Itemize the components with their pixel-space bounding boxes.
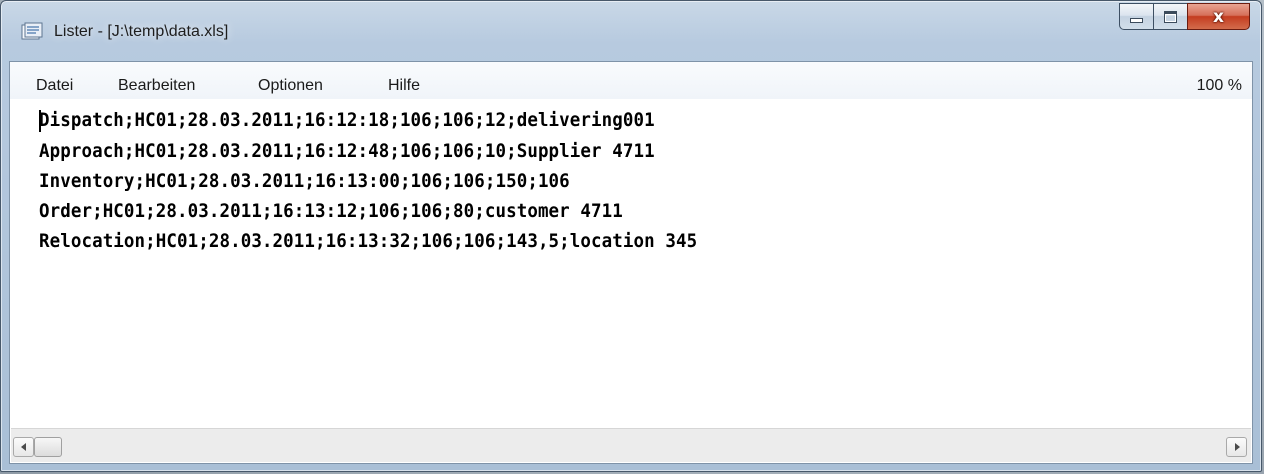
text-line: Order;HC01;28.03.2011;16:13:12;106;106;8… — [39, 200, 623, 222]
scroll-right-arrow-icon — [1234, 443, 1240, 451]
close-button[interactable]: x — [1187, 3, 1250, 30]
minimize-icon — [1130, 18, 1143, 23]
text-line: Inventory;HC01;28.03.2011;16:13:00;106;1… — [39, 170, 570, 192]
scroll-right-button[interactable] — [1226, 437, 1247, 457]
menu-hilfe[interactable]: Hilfe — [388, 77, 420, 95]
menu-bar: Datei Bearbeiten Optionen Hilfe 100 % — [10, 62, 1252, 99]
menu-datei[interactable]: Datei — [36, 77, 73, 95]
lister-app-icon — [21, 22, 43, 40]
text-line: Dispatch;HC01;28.03.2011;16:12:18;106;10… — [39, 109, 655, 131]
close-icon: x — [1213, 6, 1224, 27]
maximize-icon — [1164, 10, 1177, 23]
window-title: Lister - [J:\temp\data.xls] — [54, 23, 229, 40]
menu-bearbeiten[interactable]: Bearbeiten — [118, 77, 195, 95]
lister-window: Lister - [J:\temp\data.xls] x Datei Bear… — [0, 0, 1262, 472]
caption-buttons: x — [1119, 3, 1250, 31]
minimize-button[interactable] — [1119, 3, 1153, 30]
scrollbar-thumb[interactable] — [34, 437, 62, 457]
text-viewer[interactable]: Dispatch;HC01;28.03.2011;16:12:18;106;10… — [11, 99, 1251, 428]
scroll-left-arrow-icon — [20, 443, 26, 451]
zoom-level: 100 % — [1196, 77, 1242, 94]
menu-optionen[interactable]: Optionen — [258, 77, 323, 95]
text-line: Approach;HC01;28.03.2011;16:12:48;106;10… — [39, 140, 655, 162]
client-area: Datei Bearbeiten Optionen Hilfe 100 % Di… — [9, 61, 1253, 464]
horizontal-scrollbar[interactable] — [11, 428, 1251, 462]
text-line: Relocation;HC01;28.03.2011;16:13:32;106;… — [39, 230, 698, 252]
maximize-button[interactable] — [1153, 3, 1187, 30]
title-bar[interactable]: Lister - [J:\temp\data.xls] x — [1, 1, 1261, 61]
scroll-left-button[interactable] — [13, 437, 34, 457]
